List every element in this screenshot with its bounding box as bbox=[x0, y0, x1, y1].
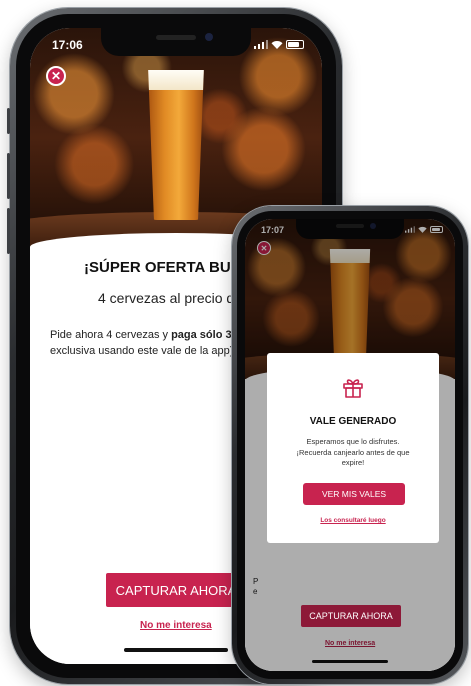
phone-frame-small: 17:07 ✕ P e VALE GENERADO Esperamos que … bbox=[232, 206, 468, 684]
gift-icon bbox=[343, 379, 363, 398]
capture-now-button[interactable]: CAPTURAR AHORA bbox=[106, 573, 246, 607]
dialog-message-line1: Esperamos que lo disfrutes. bbox=[306, 437, 400, 446]
beer-glass bbox=[148, 70, 204, 220]
mute-switch bbox=[7, 108, 10, 134]
voucher-generated-dialog: VALE GENERADO Esperamos que lo disfrutes… bbox=[267, 353, 439, 543]
not-interested-link[interactable]: No me interesa bbox=[325, 640, 375, 647]
offer-description-bold: paga sólo 3. bbox=[171, 329, 235, 341]
status-bar: 17:06 bbox=[30, 28, 322, 56]
status-time: 17:06 bbox=[52, 38, 83, 52]
volume-up-button bbox=[7, 153, 10, 199]
status-icons bbox=[254, 40, 304, 49]
capture-now-button[interactable]: CAPTURAR AHORA bbox=[301, 605, 401, 627]
home-indicator bbox=[124, 648, 228, 652]
dialog-message: Esperamos que lo disfrutes. ¡Recuerda ca… bbox=[281, 437, 425, 469]
signal-icon bbox=[254, 40, 268, 49]
volume-down-button bbox=[7, 208, 10, 254]
check-later-link[interactable]: Los consultaré luego bbox=[267, 517, 439, 524]
dialog-title: VALE GENERADO bbox=[309, 416, 397, 427]
dialog-message-line3: expire! bbox=[341, 458, 365, 467]
not-interested-link[interactable]: No me interesa bbox=[140, 620, 212, 631]
battery-icon bbox=[286, 40, 304, 49]
offer-description-prefix: Pide ahora 4 cervezas y bbox=[50, 329, 172, 341]
wifi-icon bbox=[271, 41, 283, 49]
close-button[interactable]: ✕ bbox=[46, 66, 66, 86]
dialog-message-line2: ¡Recuerda canjearlo antes de que bbox=[296, 447, 410, 457]
screen-voucher-generated: 17:07 ✕ P e VALE GENERADO Esperamos que … bbox=[245, 219, 455, 671]
view-my-vouchers-button[interactable]: VER MIS VALES bbox=[303, 483, 405, 505]
